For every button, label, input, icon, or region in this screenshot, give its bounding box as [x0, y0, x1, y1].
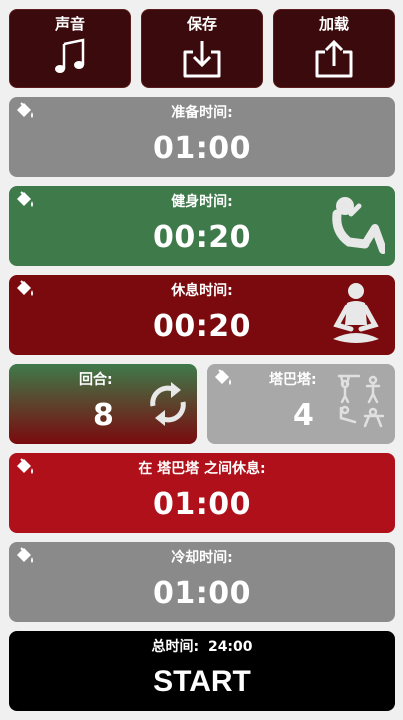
tabata-value: 4	[293, 398, 314, 433]
sound-label: 声音	[54, 15, 85, 33]
start-label: START	[153, 665, 251, 698]
load-button[interactable]: 加载	[273, 9, 395, 88]
cooldown-time-card[interactable]: 冷却时间: 01:00	[9, 542, 395, 622]
load-label: 加载	[318, 15, 349, 33]
cooldown-value: 01:00	[153, 576, 251, 611]
rounds-value: 8	[93, 398, 114, 433]
between-rest-card[interactable]: 在 塔巴塔 之间休息: 01:00	[9, 453, 395, 533]
between-rest-title: 在 塔巴塔 之间休息:	[138, 461, 266, 477]
tabata-title: 塔巴塔:	[269, 372, 317, 388]
tabata-card[interactable]: 塔巴塔: 4	[207, 364, 395, 444]
meditation-icon	[333, 283, 379, 343]
start-button[interactable]: 总时间: 24:00 START	[9, 631, 395, 711]
prepare-time-card[interactable]: 准备时间: 01:00	[9, 97, 395, 177]
rounds-title: 回合:	[79, 372, 113, 388]
total-time-value: 24:00	[207, 639, 253, 655]
sound-button[interactable]: 声音	[9, 9, 131, 88]
exercise-icon	[337, 374, 385, 428]
between-rest-value: 01:00	[153, 487, 251, 522]
save-label: 保存	[186, 15, 217, 33]
refresh-icon	[150, 382, 186, 426]
total-time-label: 总时间:	[151, 639, 200, 655]
save-button[interactable]: 保存	[141, 9, 263, 88]
rounds-card[interactable]: 回合: 8	[9, 364, 197, 444]
rest-time-card[interactable]: 休息时间: 00:20	[9, 275, 395, 355]
prepare-title: 准备时间:	[171, 105, 233, 121]
music-note-icon	[55, 38, 85, 73]
prepare-value: 01:00	[153, 131, 251, 166]
work-time-card[interactable]: 健身时间: 00:20	[9, 186, 395, 266]
paint-bucket-icon[interactable]	[212, 368, 234, 388]
total-time: 总时间: 24:00	[9, 636, 395, 656]
download-icon	[183, 41, 221, 78]
situp-icon	[332, 197, 385, 254]
upload-icon	[315, 39, 353, 78]
cooldown-title: 冷却时间:	[171, 550, 233, 566]
